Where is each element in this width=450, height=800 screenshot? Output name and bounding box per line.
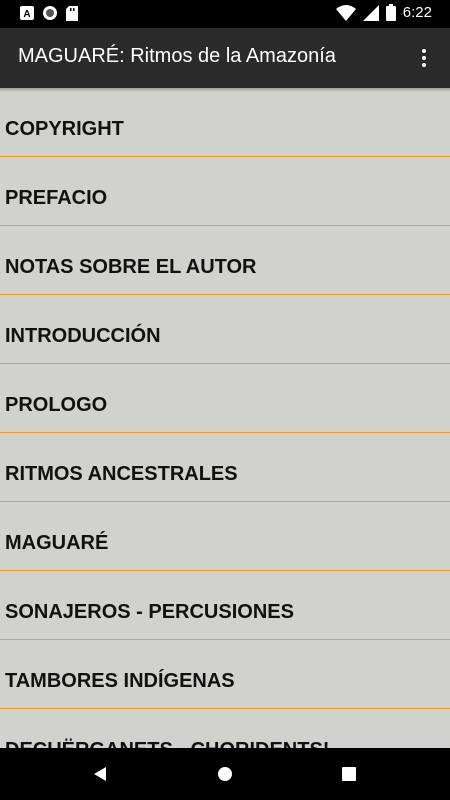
status-right-icons: 6:22 [335, 4, 432, 21]
list-item[interactable]: SONAJEROS - PERCUSIONES [0, 571, 450, 640]
list-item-label: PROLOGO [5, 394, 108, 416]
list-item[interactable]: PREFACIO [0, 157, 450, 226]
font-a-icon: A [20, 6, 34, 20]
recents-icon[interactable] [337, 762, 361, 786]
list-item[interactable]: INTRODUCCIÓN [0, 295, 450, 364]
wifi-icon [335, 4, 356, 21]
list-item[interactable]: RITMOS ANCESTRALES [0, 433, 450, 502]
status-bar: A 6:22 [0, 0, 450, 28]
list-item-label: MAGUARÉ [5, 532, 109, 554]
status-left-icons: A [20, 5, 78, 21]
list-item-label: TAMBORES INDÍGENAS [5, 670, 235, 692]
svg-text:A: A [23, 9, 30, 20]
list-item[interactable]: MAGUARÉ [0, 502, 450, 571]
status-time: 6:22 [402, 4, 432, 21]
list-item-label: NOTAS SOBRE EL AUTOR [5, 256, 257, 278]
record-icon [43, 6, 57, 20]
list-item[interactable]: DECUËRGANETS - CHORIDENTS! [0, 709, 450, 748]
list-item-label: PREFACIO [5, 187, 108, 209]
app-bar-shadow [0, 88, 450, 92]
app-bar: MAGUARÉ: Ritmos de la Amazonía [0, 28, 450, 88]
list-item-label: DECUËRGANETS - CHORIDENTS! [5, 739, 329, 748]
list-item-label: INTRODUCCIÓN [5, 325, 161, 347]
more-vert-icon[interactable] [410, 44, 438, 72]
list-item-label: RITMOS ANCESTRALES [5, 463, 238, 485]
sd-card-icon [66, 5, 78, 21]
cell-signal-icon [362, 4, 379, 21]
list-item[interactable]: TAMBORES INDÍGENAS [0, 640, 450, 709]
list-item[interactable]: NOTAS SOBRE EL AUTOR [0, 226, 450, 295]
list-item[interactable]: COPYRIGHT [0, 88, 450, 157]
home-icon[interactable] [213, 762, 237, 786]
navigation-bar [0, 748, 450, 800]
list-item[interactable]: PROLOGO [0, 364, 450, 433]
back-icon[interactable] [88, 762, 112, 786]
list-item-label: COPYRIGHT [5, 118, 124, 140]
battery-icon [385, 4, 396, 21]
chapter-list: COPYRIGHT PREFACIO NOTAS SOBRE EL AUTOR … [0, 88, 450, 748]
list-item-label: SONAJEROS - PERCUSIONES [5, 601, 294, 623]
app-title: MAGUARÉ: Ritmos de la Amazonía [18, 45, 336, 67]
